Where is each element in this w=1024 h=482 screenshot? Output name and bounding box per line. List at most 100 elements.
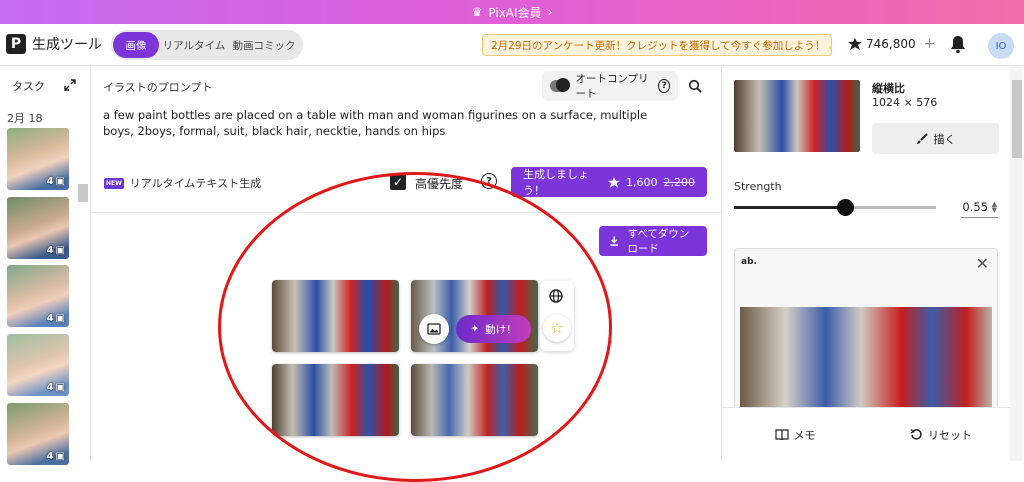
prompt-input[interactable]: a few paint bottles are placed on a tabl…: [103, 107, 673, 139]
bell-icon[interactable]: [948, 34, 968, 54]
chevron-right-icon: ›: [547, 5, 553, 19]
result-image[interactable]: [411, 364, 538, 436]
tasks-heading: タスク: [12, 80, 45, 93]
credits-display[interactable]: 746,800 +: [848, 36, 935, 52]
new-badge: NEW: [104, 177, 124, 189]
cost-old: 2,200: [663, 175, 696, 189]
app-title: 生成ツール: [32, 37, 102, 53]
globe-icon[interactable]: [549, 289, 563, 303]
search-icon[interactable]: [688, 79, 702, 93]
settings-panel: 縦横比 1024 × 576 描く Strength 0.55 ▲ ▼ ab. ✕…: [721, 66, 1024, 461]
stepper-icon[interactable]: ▲ ▼: [992, 201, 997, 214]
sparkle-icon: ✨: [828, 39, 831, 52]
help-icon[interactable]: ?: [481, 173, 497, 189]
cost-new: 1,600: [626, 175, 658, 189]
expand-icon[interactable]: [64, 79, 76, 91]
add-credits-icon[interactable]: +: [924, 36, 936, 52]
download-icon: [610, 236, 618, 246]
toggle-switch[interactable]: [550, 78, 569, 92]
download-all-button[interactable]: すべてダウンロード: [599, 226, 707, 256]
panel-scrollbar[interactable]: [1010, 66, 1022, 461]
generate-button[interactable]: 生成しましょう！ 1,600 2,200: [511, 167, 707, 197]
prompt-title: イラストのプロンプト: [103, 81, 213, 94]
task-thumbnail[interactable]: 4 ▣: [7, 403, 69, 465]
reset-button[interactable]: リセット: [868, 427, 1014, 443]
realtime-text-toggle[interactable]: NEW リアルタイムテキスト生成: [104, 175, 261, 191]
announcement-bar[interactable]: 2月29日のアンケート更新！クレジットを獲得して今すぐ参加しよう！ ✨ ›: [482, 34, 832, 56]
task-date: 2月 18: [7, 112, 43, 125]
prompt-panel: イラストのプロンプト オートコンプリート ? a few paint bottl…: [91, 66, 721, 213]
credit-icon: [608, 176, 620, 188]
aspect-ratio-value: 1024 × 576: [872, 96, 938, 109]
animate-button[interactable]: ✦ 動け！: [456, 315, 531, 343]
text-detect-icon[interactable]: ab.: [741, 257, 757, 267]
help-icon[interactable]: ?: [658, 79, 670, 93]
task-thumbnail[interactable]: 4 ▣: [7, 334, 69, 396]
task-image-count: 4 ▣: [46, 382, 65, 393]
task-thumbnail[interactable]: 4 ▣: [7, 265, 69, 327]
image-icon: ▣: [55, 382, 65, 393]
task-image-count: 4 ▣: [46, 245, 65, 256]
animate-label: 動け！: [485, 323, 517, 336]
preview-image[interactable]: [740, 307, 992, 409]
mode-tabs: 画像 リアルタイム 動画コミック: [111, 30, 303, 60]
announcement-text: 2月29日のアンケート更新！クレジットを獲得して今すぐ参加しよう！: [491, 39, 826, 52]
strength-label: Strength: [734, 180, 782, 193]
task-thumbnail[interactable]: 4 ▣: [7, 197, 69, 259]
image-icon: ▣: [55, 176, 65, 187]
draw-label: 描く: [933, 132, 956, 146]
image-action-button[interactable]: [419, 314, 449, 344]
logo-mark: P: [6, 34, 26, 54]
result-image[interactable]: [272, 364, 399, 436]
image-icon: [427, 323, 441, 335]
strength-slider[interactable]: [734, 199, 936, 216]
generate-label: 生成しましょう！: [523, 168, 589, 197]
strength-value: 0.55: [962, 199, 988, 214]
tab-realtime[interactable]: リアルタイム: [159, 32, 229, 58]
memo-button[interactable]: メモ: [722, 427, 868, 443]
tab-video-comic[interactable]: 動画コミック: [229, 32, 299, 58]
memo-label: メモ: [793, 428, 816, 442]
priority-label: 高優先度: [415, 177, 464, 191]
reset-label: リセット: [928, 428, 972, 442]
reference-image[interactable]: [734, 80, 860, 152]
crown-icon: ♛: [471, 5, 483, 19]
strength-slider-handle[interactable]: [836, 199, 854, 216]
task-image-count: 4 ▣: [46, 451, 65, 462]
task-scrollbar[interactable]: [78, 76, 88, 461]
task-image-count: 4 ▣: [46, 313, 65, 324]
result-image[interactable]: [272, 280, 399, 352]
tab-image[interactable]: 画像: [113, 32, 159, 58]
strength-input[interactable]: 0.55 ▲ ▼: [961, 196, 998, 218]
task-thumbnail[interactable]: 4 ▣: [7, 128, 69, 190]
credits-value: 746,800: [866, 37, 916, 51]
image-icon: ▣: [55, 313, 65, 324]
sparkle-icon: ✦: [470, 323, 480, 335]
star-icon[interactable]: ☆: [543, 314, 571, 342]
brush-icon: [916, 132, 928, 144]
avatar[interactable]: IO: [988, 33, 1014, 59]
generate-cost: 1,600 2,200: [608, 176, 695, 189]
reset-icon: [910, 428, 922, 440]
image-icon: ▣: [55, 451, 65, 462]
close-icon[interactable]: ✕: [976, 254, 989, 273]
task-image-count: 4 ▣: [46, 176, 65, 187]
image-tools: ☆: [540, 281, 574, 351]
top-header: P 生成ツール 画像 リアルタイム 動画コミック 2月29日のアンケート更新！ク…: [0, 24, 1024, 66]
strength-slider-fill: [734, 206, 846, 209]
panel-footer: メモ リセット: [722, 407, 1014, 461]
credit-icon: [848, 38, 862, 50]
image-icon: ▣: [55, 245, 65, 256]
task-sidebar: タスク 2月 18 4 ▣ 4 ▣ 4 ▣ 4 ▣ 4 ▣: [0, 66, 91, 465]
book-icon: [774, 428, 789, 440]
autocomplete-toggle[interactable]: オートコンプリート ?: [542, 71, 678, 101]
membership-banner-text: PixAI会員: [488, 5, 542, 20]
draw-button[interactable]: 描く: [872, 123, 999, 154]
autocomplete-label: オートコンプリート: [575, 73, 649, 100]
download-all-label: すべてダウンロード: [627, 228, 690, 255]
app-logo[interactable]: P 生成ツール: [6, 34, 102, 54]
priority-checkbox[interactable]: ✓: [390, 174, 406, 190]
aspect-ratio-label: 縦横比: [872, 82, 905, 95]
membership-banner[interactable]: ♛ PixAI会員 ›: [0, 0, 1024, 24]
realtime-label: リアルタイムテキスト生成: [129, 177, 262, 190]
